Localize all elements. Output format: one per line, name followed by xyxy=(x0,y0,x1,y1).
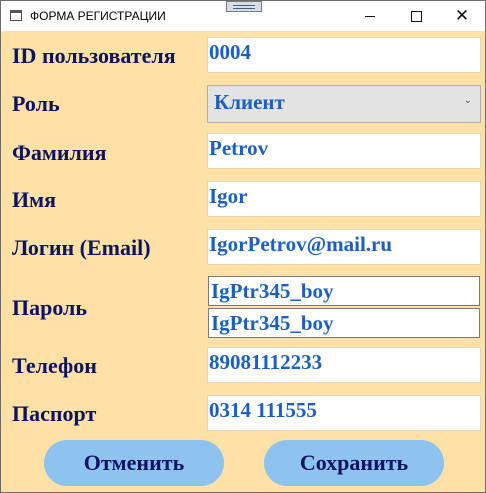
minimize-button[interactable] xyxy=(347,1,393,31)
role-label: Роль xyxy=(12,91,60,116)
passport-label: Паспорт xyxy=(12,401,97,426)
save-button[interactable]: Сохранить xyxy=(264,440,444,486)
maximize-button[interactable] xyxy=(393,1,439,31)
phone-field[interactable]: 89081112233 xyxy=(207,347,481,383)
password-field[interactable]: IgPtr345_boy xyxy=(208,276,480,306)
cancel-button[interactable]: Отменить xyxy=(44,440,224,486)
first-name-field[interactable]: Igor xyxy=(207,181,481,217)
password-label: Пароль xyxy=(12,295,88,320)
login-label: Логин (Email) xyxy=(12,235,151,260)
title-bar[interactable]: ФОРМА РЕГИСТРАЦИИ ✕ xyxy=(1,1,485,31)
first-name-label: Имя xyxy=(12,187,56,212)
passport-field[interactable]: 0314 111555 xyxy=(207,395,481,431)
minimize-icon xyxy=(365,15,375,17)
role-selected-value: Клиент xyxy=(214,90,285,114)
last-name-label: Фамилия xyxy=(12,140,107,165)
last-name-field[interactable]: Petrov xyxy=(207,133,481,169)
chevron-down-icon: ⌄ xyxy=(463,95,472,106)
password-confirm-field[interactable]: IgPtr345_boy xyxy=(208,308,480,338)
close-button[interactable]: ✕ xyxy=(439,1,485,31)
window-icon xyxy=(10,10,22,21)
user-id-field[interactable]: 0004 xyxy=(207,37,481,73)
window-title: ФОРМА РЕГИСТРАЦИИ xyxy=(30,9,166,23)
registration-window: ФОРМА РЕГИСТРАЦИИ ✕ ID пользователя 0004… xyxy=(0,0,486,493)
close-icon: ✕ xyxy=(454,5,470,26)
role-select[interactable]: Клиент ⌄ xyxy=(207,85,481,123)
phone-label: Телефон xyxy=(12,353,97,378)
drag-grip-icon[interactable] xyxy=(226,1,262,12)
user-id-label: ID пользователя xyxy=(12,43,176,68)
login-field[interactable]: IgorPetrov@mail.ru xyxy=(207,229,481,265)
maximize-icon xyxy=(410,10,422,22)
